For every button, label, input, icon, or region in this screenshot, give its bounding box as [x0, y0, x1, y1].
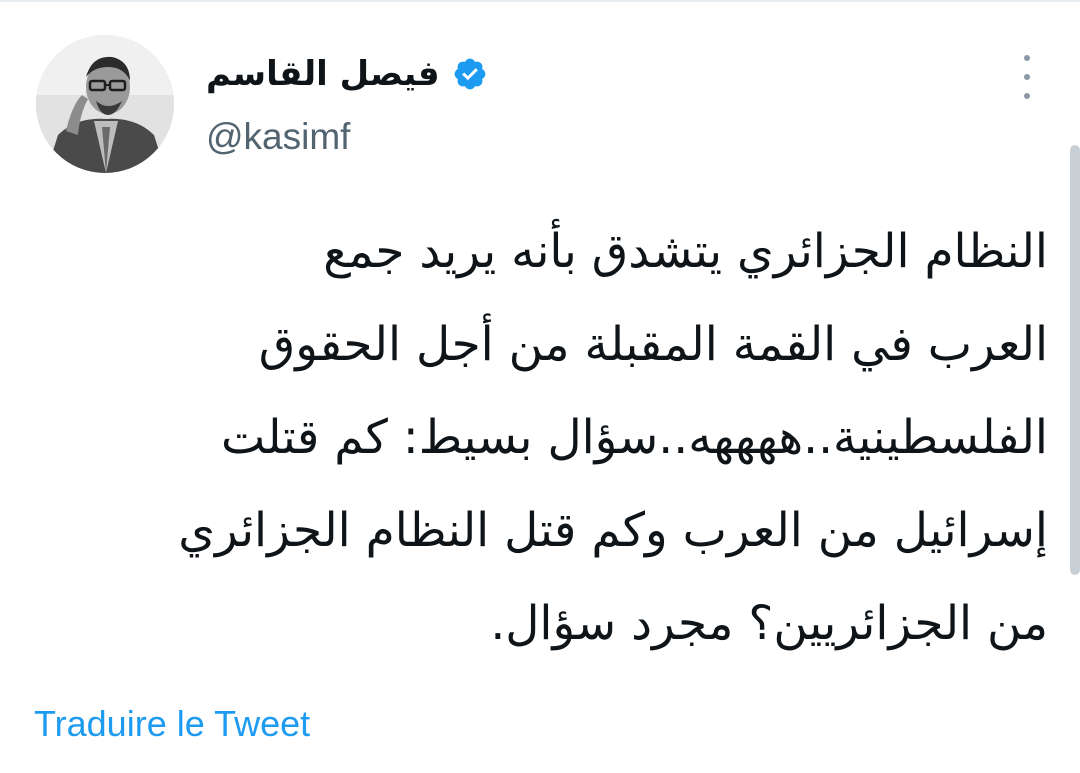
tweet-card: فيصل القاسم @kasimf النظام الجزائري يتشد… [0, 0, 1080, 773]
tweet-text-line: العرب في القمة المقبلة من أجل الحقوق [258, 317, 1048, 372]
more-dot [1024, 74, 1030, 80]
tweet-text-line: النظام الجزائري يتشدق بأنه يريد جمع [323, 224, 1048, 279]
more-dot [1024, 55, 1030, 61]
more-options-icon[interactable] [1012, 55, 1042, 99]
tweet-text-line: الفلسطينية..ههههه..سؤال بسيط: كم قتلت [220, 410, 1048, 465]
tweet-text-line: إسرائيل من العرب وكم قتل النظام الجزائري [178, 503, 1048, 558]
user-handle[interactable]: @kasimf [206, 116, 350, 158]
tweet-text: النظام الجزائري يتشدق بأنه يريد جمع العر… [30, 205, 1048, 670]
name-row: فيصل القاسم [206, 46, 488, 102]
translate-tweet-link[interactable]: Traduire le Tweet [34, 703, 310, 745]
scrollbar[interactable] [1070, 145, 1080, 575]
avatar-photo [36, 35, 174, 173]
tweet-text-line: من الجزائريين؟ مجرد سؤال. [490, 596, 1048, 651]
tweet-header: فيصل القاسم @kasimf [206, 46, 906, 166]
verified-badge-icon [452, 56, 488, 92]
avatar[interactable] [36, 35, 174, 173]
more-dot [1024, 93, 1030, 99]
display-name[interactable]: فيصل القاسم [206, 54, 440, 94]
